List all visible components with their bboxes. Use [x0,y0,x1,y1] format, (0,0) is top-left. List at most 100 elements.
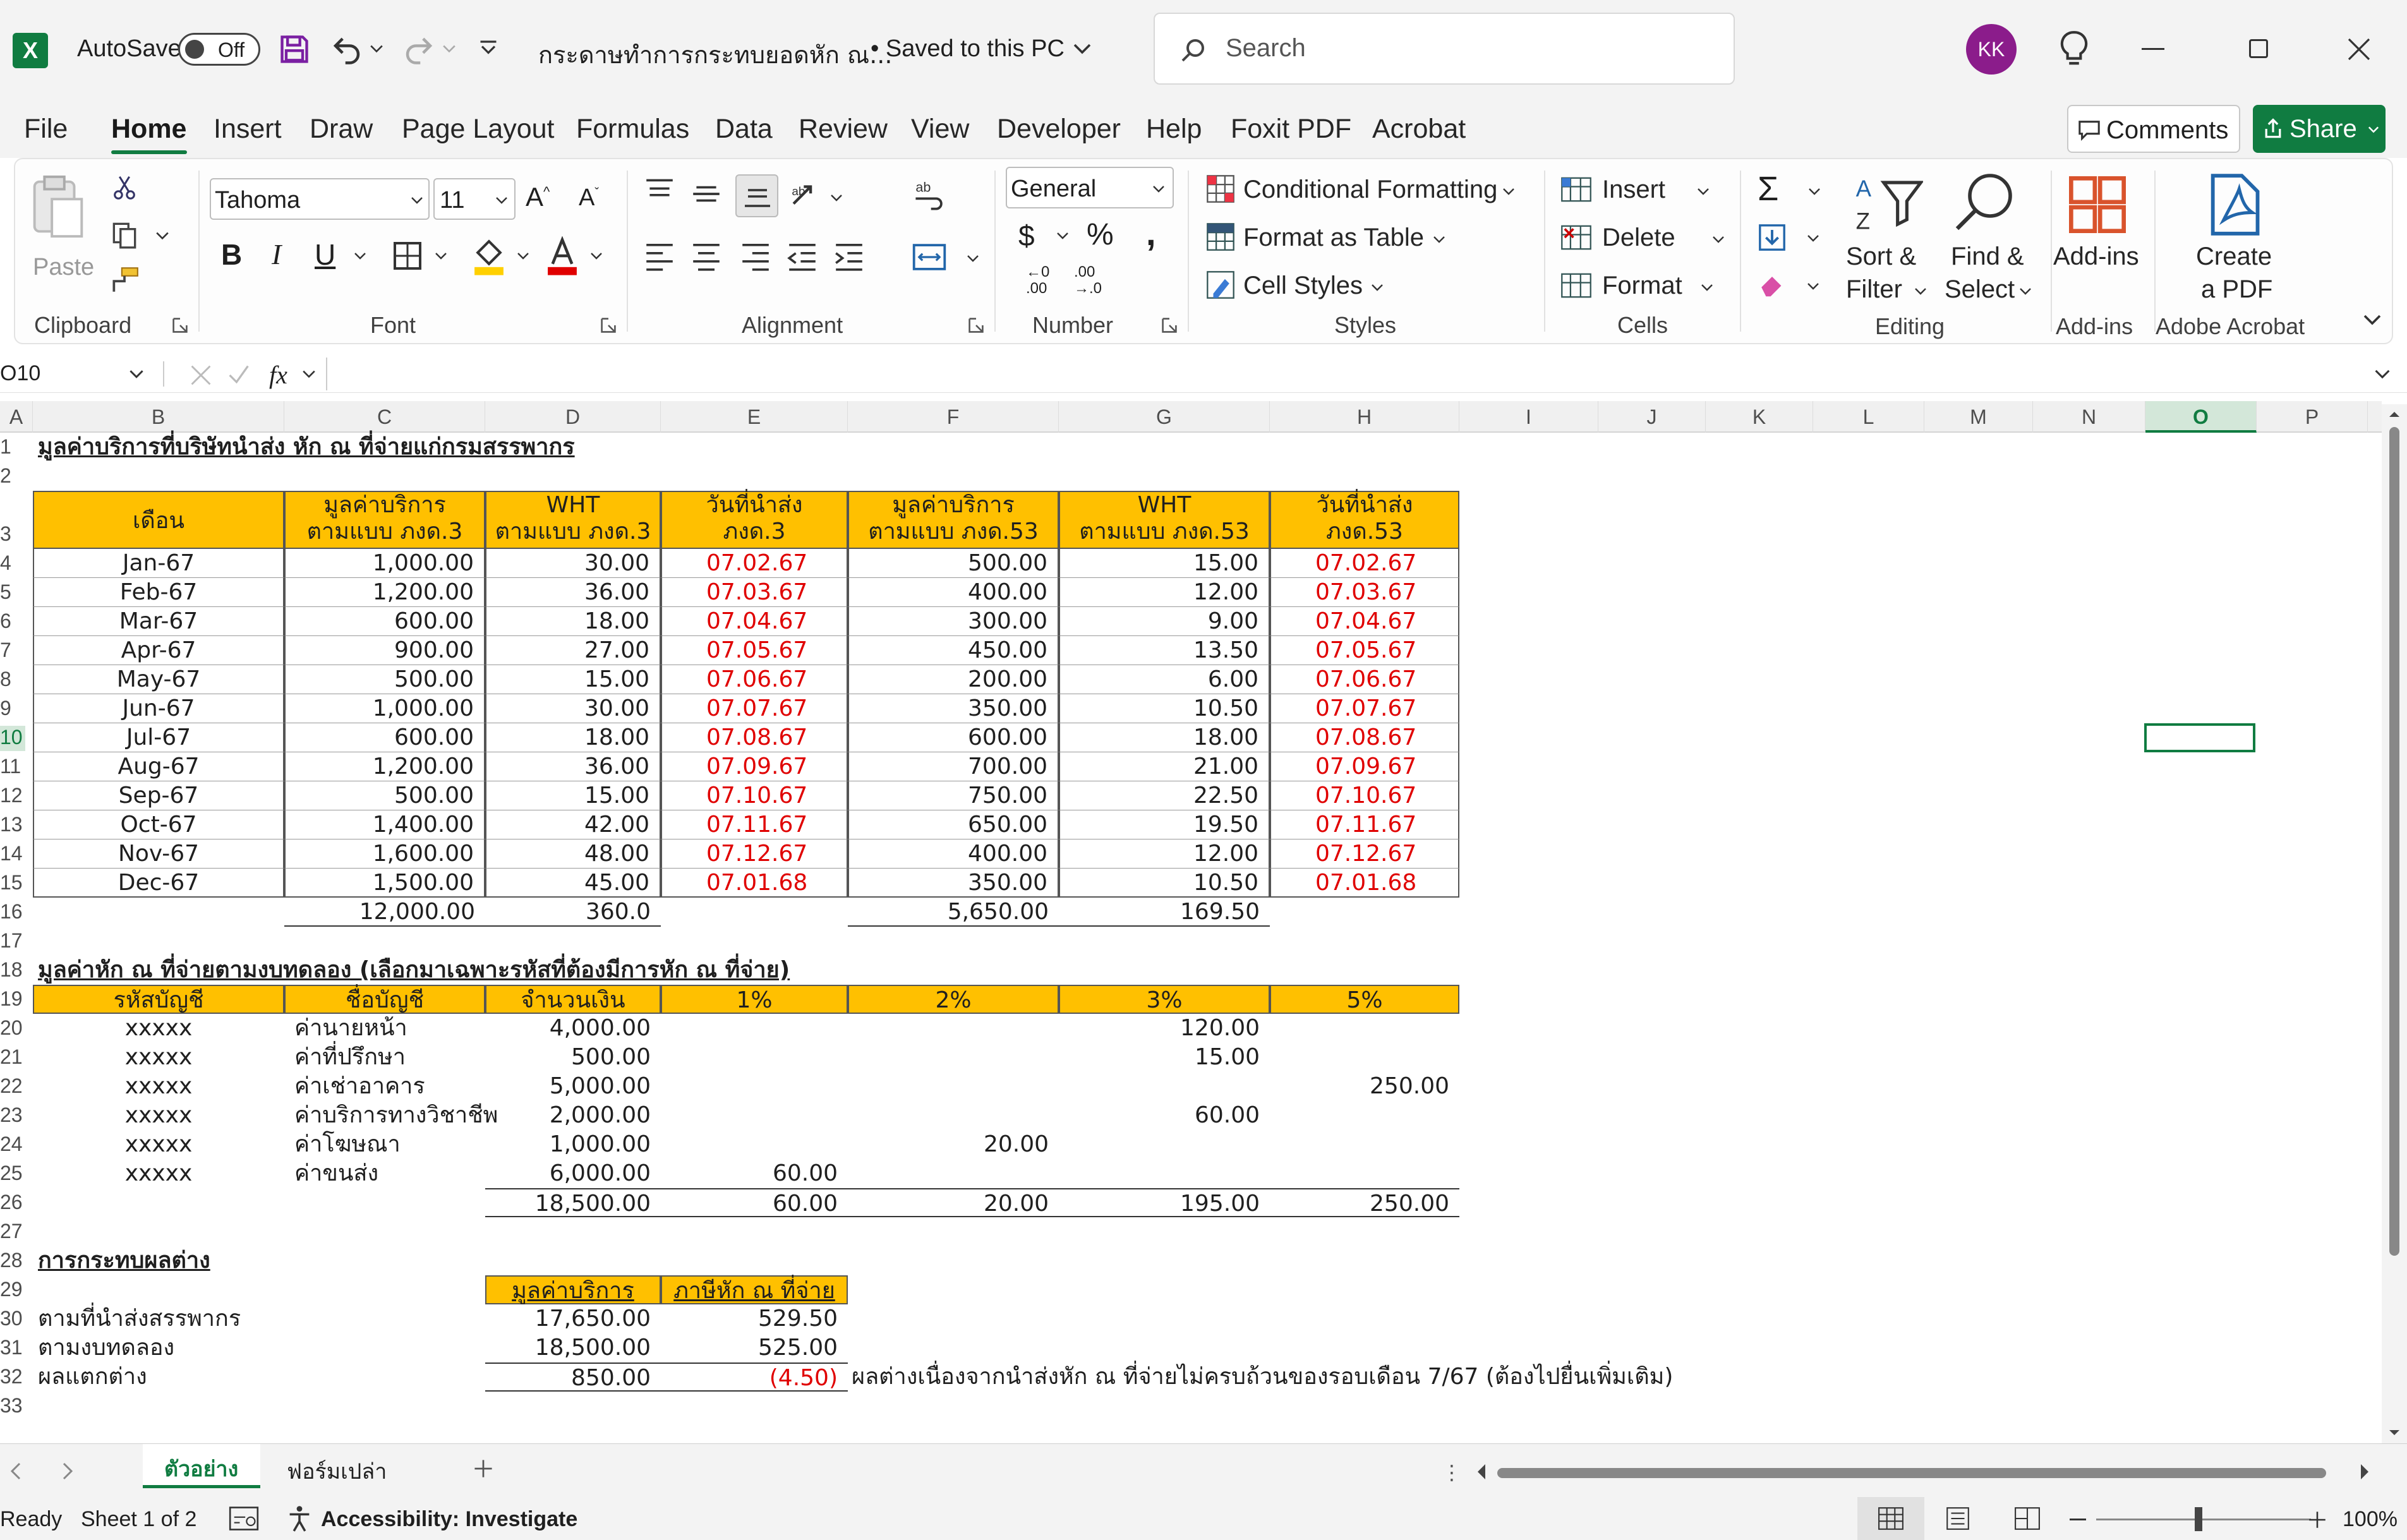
date-cell[interactable]: 07.08.67 [661,723,848,752]
row-header-32[interactable]: 32 [0,1365,25,1390]
fill-dropdown-icon[interactable] [1807,234,1819,243]
row-header-23[interactable]: 23 [0,1104,25,1129]
orientation-dropdown-icon[interactable] [830,193,843,202]
tab-home[interactable]: Home [111,114,186,145]
amount-cell[interactable]: 18,500.00 [485,1333,661,1363]
new-sheet-icon[interactable] [473,1458,494,1479]
formula-input[interactable] [326,358,2373,390]
amount-cell[interactable]: 6,000.00 [485,1159,661,1188]
cancel-entry-icon[interactable] [190,364,212,387]
tab-foxit-pdf[interactable]: Foxit PDF [1231,114,1351,145]
increase-decimal-icon[interactable]: ←0.00 [1026,264,1049,297]
cut-icon[interactable] [110,173,139,202]
amount-cell[interactable]: 15.00 [1059,549,1270,578]
table-header-cell[interactable]: 3% [1059,985,1270,1014]
scroll-right-icon[interactable] [2359,1464,2370,1479]
amount-cell[interactable]: 1,000.00 [284,694,485,723]
format-as-table-chevron-icon[interactable] [1433,235,1445,244]
column-header-p[interactable]: P [2257,401,2368,433]
column-header-m[interactable]: M [1924,401,2033,433]
amount-cell[interactable]: (4.50) [661,1363,848,1392]
amount-cell[interactable]: 2,000.00 [485,1101,661,1130]
find-select-chevron-icon[interactable] [2019,287,2032,296]
undo-icon[interactable] [330,32,364,66]
tab-page-layout[interactable]: Page Layout [402,114,554,145]
font-color-dropdown-icon[interactable] [590,251,603,260]
account-name-cell[interactable]: ค่าเช่าอาคาร [284,1072,485,1101]
amount-cell[interactable]: 500.00 [848,549,1059,578]
autosum-icon[interactable]: Σ [1758,169,1778,208]
fx-chevron-icon[interactable] [302,369,316,379]
cell-styles-chevron-icon[interactable] [1371,283,1384,292]
currency-icon[interactable]: $ [1018,219,1035,253]
amount-cell[interactable]: 300.00 [848,607,1059,636]
amount-cell[interactable]: 600.00 [848,723,1059,752]
amount-cell[interactable]: 650.00 [848,810,1059,839]
comments-button[interactable]: Comments [2067,105,2240,153]
save-status-chevron-icon[interactable] [1073,42,1092,56]
redo-dropdown-icon[interactable] [442,43,456,54]
redo-icon[interactable] [402,32,436,66]
row-header-2[interactable]: 2 [0,464,25,490]
amount-cell[interactable]: 5,000.00 [485,1072,661,1101]
tab-insert[interactable]: Insert [214,114,282,145]
lightbulb-icon[interactable] [2057,29,2091,68]
month-cell[interactable]: Aug-67 [33,752,284,781]
tab-help[interactable]: Help [1146,114,1202,145]
share-button[interactable]: Share [2253,105,2386,153]
column-header-h[interactable]: H [1270,401,1459,433]
document-title[interactable]: กระดาษทำการกระทบยอดหัก ณ... [538,35,892,74]
row-header-1[interactable]: 1 [0,435,25,460]
insert-cells-label[interactable]: Insert [1602,176,1665,204]
row-header-6[interactable]: 6 [0,610,25,635]
total-cell[interactable]: 20.00 [848,1188,1059,1217]
sort-filter-label-1[interactable]: Sort & [1846,243,1916,271]
sort-filter-icon[interactable]: AZ [1854,172,1923,235]
amount-cell[interactable]: 250.00 [1270,1072,1459,1101]
amount-cell[interactable]: 15.00 [485,665,661,694]
total-cell[interactable]: 195.00 [1059,1188,1270,1217]
section-title-reconciliation[interactable]: การกระทบผลต่าง [33,1246,485,1275]
row-header-16[interactable]: 16 [0,900,25,925]
row-header-31[interactable]: 31 [0,1336,25,1361]
column-header-l[interactable]: L [1813,401,1924,433]
date-cell[interactable]: 07.03.67 [661,578,848,607]
increase-font-icon[interactable]: A^ [526,182,550,212]
paste-button[interactable]: Paste [27,172,94,292]
font-size-select[interactable]: 11 [433,178,516,220]
save-icon[interactable] [278,33,311,66]
date-cell[interactable]: 07.12.67 [661,839,848,869]
scroll-down-icon[interactable] [2388,1428,2401,1438]
font-name-select[interactable]: Tahoma [210,178,430,220]
amount-cell[interactable]: 27.00 [485,636,661,665]
row-header-21[interactable]: 21 [0,1045,25,1071]
column-header-n[interactable]: N [2033,401,2145,433]
restore-button[interactable] [2249,39,2268,58]
table-header-cell[interactable]: วันที่นำส่ง ภงด.3 [661,491,848,549]
format-cells-label[interactable]: Format [1602,272,1682,300]
worksheet-grid[interactable]: มูลค่าบริการที่บริษัทนำส่ง หัก ณ ที่จ่าย… [25,433,2382,1443]
amount-cell[interactable]: 350.00 [848,694,1059,723]
amount-cell[interactable]: 48.00 [485,839,661,869]
amount-cell[interactable]: 900.00 [284,636,485,665]
number-format-select[interactable]: General [1006,167,1174,208]
date-cell[interactable]: 07.11.67 [1270,810,1459,839]
amount-cell[interactable]: 529.50 [661,1304,848,1333]
row-header-5[interactable]: 5 [0,581,25,606]
row-header-19[interactable]: 19 [0,987,25,1013]
amount-cell[interactable]: 20.00 [848,1130,1059,1159]
zoom-slider-track[interactable] [2096,1519,2311,1520]
ribbon-collapse-icon[interactable] [2363,313,2382,326]
amount-cell[interactable]: 18.00 [485,607,661,636]
cell-styles-label[interactable]: Cell Styles [1243,272,1363,300]
date-cell[interactable]: 07.09.67 [1270,752,1459,781]
amount-cell[interactable]: 500.00 [485,1043,661,1072]
workbook-statistics-icon[interactable] [229,1506,259,1531]
amount-cell[interactable]: 15.00 [1059,1043,1270,1072]
column-header-b[interactable]: B [33,401,284,433]
amount-cell[interactable]: 22.50 [1059,781,1270,810]
borders-dropdown-icon[interactable] [435,251,447,260]
merge-center-icon[interactable] [912,241,946,273]
column-header-f[interactable]: F [848,401,1059,433]
date-cell[interactable]: 07.10.67 [1270,781,1459,810]
